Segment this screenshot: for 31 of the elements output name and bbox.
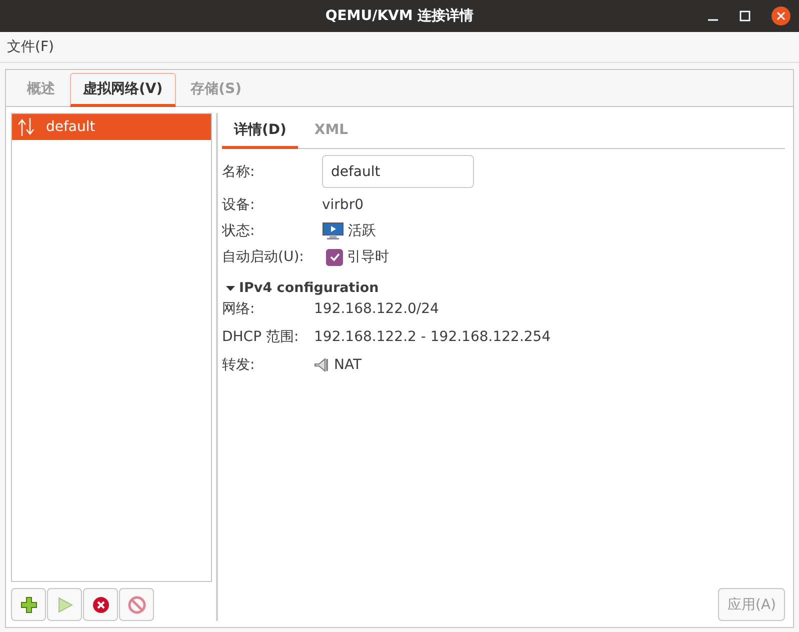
device-value: virbr0 — [322, 197, 364, 213]
tab[interactable]: 详情(D) — [222, 113, 298, 149]
window-title: QEMU/KVM 连接详情 — [325, 7, 474, 25]
network-value: 192.168.122.0/24 — [314, 301, 440, 317]
field-label: 转发: — [222, 356, 256, 374]
name-field[interactable]: default — [322, 155, 474, 188]
add-button[interactable] — [11, 588, 46, 621]
ipv4-expander[interactable]: IPv4 configuration — [226, 280, 785, 296]
play-icon — [56, 596, 74, 614]
field-label: 网络: — [222, 300, 256, 318]
arrows-icon — [16, 116, 36, 138]
network-list-item[interactable]: default — [12, 114, 211, 140]
expander-arrow-icon — [226, 284, 235, 292]
close-icon[interactable] — [771, 6, 791, 26]
stop-icon — [128, 596, 146, 614]
menu-item[interactable]: 文件(F) — [7, 38, 54, 56]
dhcp-range-value: 192.168.122.2 - 192.168.122.254 — [314, 329, 552, 345]
forward-value: NAT — [334, 357, 362, 373]
field-label: 设备: — [222, 196, 256, 214]
field-label: DHCP 范围: — [222, 328, 300, 346]
autostart-checkbox[interactable]: 引导时 — [326, 248, 785, 266]
field-label: 自动启动(U): — [222, 248, 305, 266]
delete-icon — [92, 596, 110, 614]
field-label: 名称: — [222, 162, 256, 180]
state-value: 活跃 — [348, 222, 376, 240]
monitor-icon — [322, 222, 344, 240]
field-label: 状态: — [222, 222, 256, 240]
maximize-icon[interactable] — [739, 10, 751, 22]
delete-button[interactable] — [83, 588, 118, 621]
checkmark-icon — [328, 251, 340, 263]
plus-icon — [20, 596, 38, 614]
